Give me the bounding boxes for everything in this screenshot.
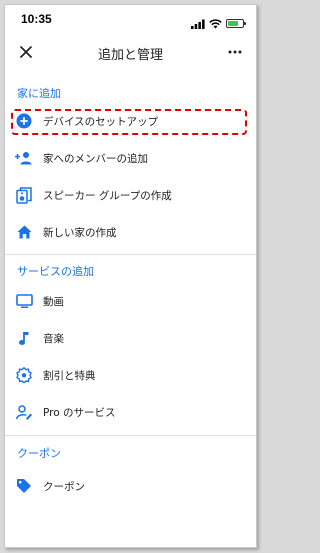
home-icon (15, 223, 33, 241)
status-icons (191, 14, 246, 33)
page-title: 追加と管理 (97, 48, 163, 63)
menu-item-music[interactable]: 音楽 (5, 320, 256, 356)
discount-badge-icon (15, 366, 33, 384)
wifi-icon (209, 14, 222, 33)
section-divider (5, 435, 256, 436)
tag-icon (15, 477, 33, 495)
menu-item-label: クーポン (43, 480, 85, 493)
menu-item-label: スピーカー グループの作成 (43, 189, 172, 202)
menu-item-label: Pro のサービス (43, 406, 116, 419)
menu-item-label: 新しい家の作成 (43, 226, 117, 239)
speaker-group-icon (15, 186, 33, 204)
menu-item-discounts[interactable]: 割引と特典 (5, 357, 256, 393)
menu-item-device-setup[interactable]: デバイスのセットアップ (5, 103, 256, 139)
menu-item-label: デバイスのセットアップ (43, 115, 159, 128)
menu-item-label: 割引と特典 (43, 369, 96, 382)
more-options-button[interactable] (222, 39, 248, 65)
section-header-coupons: クーポン (17, 447, 61, 460)
person-add-icon (15, 149, 33, 167)
menu-item-speaker-group[interactable]: スピーカー グループの作成 (5, 177, 256, 213)
section-header-home: 家に追加 (17, 87, 61, 100)
menu-item-label: 家へのメンバーの追加 (43, 152, 148, 165)
section-divider (5, 254, 256, 255)
menu-item-pro-services[interactable]: Pro のサービス (5, 394, 256, 430)
section-header-services: サービスの追加 (17, 265, 94, 278)
status-time: 10:35 (21, 12, 52, 26)
menu-item-add-member[interactable]: 家へのメンバーの追加 (5, 140, 256, 176)
battery-icon (226, 19, 246, 28)
pro-service-icon (15, 403, 33, 421)
phone-screen: 10:35 追加と管理 家に追加 デバイスのセットアップ 家へのメンバーの追加 … (4, 4, 257, 548)
app-header: 追加と管理 (5, 35, 256, 69)
menu-item-new-home[interactable]: 新しい家の作成 (5, 214, 256, 250)
music-note-icon (15, 329, 33, 347)
menu-item-coupons[interactable]: クーポン (5, 468, 256, 504)
menu-item-label: 動画 (43, 295, 64, 308)
status-bar: 10:35 (5, 5, 256, 33)
menu-item-label: 音楽 (43, 332, 64, 345)
more-horizontal-icon (228, 50, 242, 54)
tv-icon (15, 292, 33, 310)
signal-icon (191, 14, 205, 33)
add-circle-icon (15, 112, 33, 130)
menu-item-video[interactable]: 動画 (5, 283, 256, 319)
